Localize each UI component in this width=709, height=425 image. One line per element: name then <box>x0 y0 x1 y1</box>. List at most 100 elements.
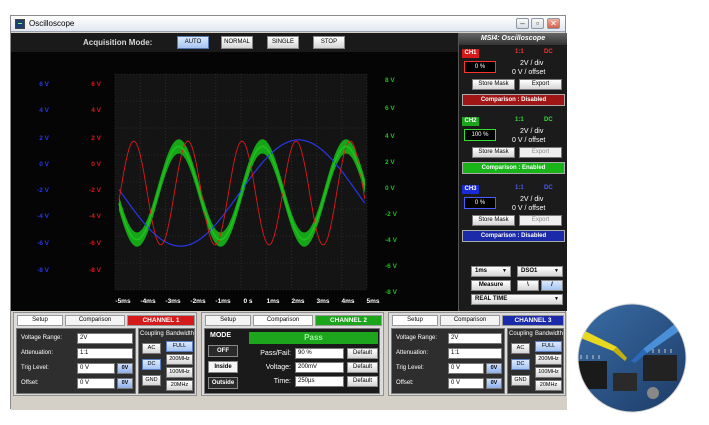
ch1-trig-level-input[interactable]: 0 V <box>77 363 115 374</box>
ch2-passfail-input[interactable]: 90 % <box>295 348 344 359</box>
ch2-settings-panel: Setup Comparison CHANNEL 2 MODE OFF Insi… <box>201 312 384 396</box>
ch1-tag[interactable]: CH1 <box>462 49 479 58</box>
ch3-comparison-tab[interactable]: Comparison <box>440 315 500 326</box>
ch1-offset-zero-button[interactable]: 0V <box>117 378 133 389</box>
ch1-bandwidth-20mhz[interactable]: 20MHz <box>166 380 193 391</box>
waveform-plot[interactable]: 6 V 4 V 2 V 0 V -2 V -4 V -6 V -8 V 6 V 4 V 2 V 0 V… <box>11 52 458 311</box>
minimize-button[interactable]: – <box>516 18 529 29</box>
ch3-attenuation-select[interactable]: 1:1 <box>448 348 502 359</box>
ch1-comparison-tab[interactable]: Comparison <box>65 315 125 326</box>
ch3-settings-panel: Setup Comparison CHANNEL 3 Voltage Range… <box>388 312 566 396</box>
time-tick-label: -3ms <box>165 298 181 305</box>
scope-display[interactable]: 6 V 4 V 2 V 0 V -2 V -4 V -6 V -8 V 6 V 4 V 2 V 0 V… <box>11 52 458 311</box>
ch1-tick-label: 6 V <box>91 81 101 88</box>
ch2-passfail-default-button[interactable]: Default <box>347 348 378 359</box>
ch3-setup-tab[interactable]: Setup <box>392 315 438 326</box>
ch3-offset-zero-button[interactable]: 0V <box>486 378 502 389</box>
ch2-tick-label: 4 V <box>385 133 395 140</box>
window-title: Oscilloscope <box>29 19 75 28</box>
trigger-rising-edge-button[interactable]: / <box>541 280 563 291</box>
ch1-setup-tab[interactable]: Setup <box>17 315 63 326</box>
ch3-coupling-bandwidth: Coupling Bandwidth AC DC GND FULL 200MHz… <box>507 328 564 394</box>
ch2-coupling: DC <box>544 117 553 123</box>
ch1-store-mask-button[interactable]: Store Mask <box>472 79 515 90</box>
ch1-offset: 0 V / offset <box>512 69 546 76</box>
acq-stop-button[interactable]: STOP <box>313 36 345 49</box>
ch2-export-button[interactable]: Export <box>519 147 562 158</box>
side-panel-header: MSI4: Oscilloscope <box>459 33 567 45</box>
acq-single-button[interactable]: SINGLE <box>267 36 299 49</box>
ch2-mode-outside-button[interactable]: Outside <box>208 377 238 389</box>
ch3-offset-input[interactable]: 0 V <box>448 378 484 389</box>
ch1-coupling-gnd[interactable]: GND <box>142 375 161 386</box>
ch1-offset-input[interactable]: 0 V <box>77 378 115 389</box>
ch1-tick-label: -6 V <box>89 240 102 247</box>
time-tick-label: 4ms <box>341 298 354 305</box>
ch3-tick-label: 2 V <box>39 135 49 142</box>
ch2-comparison-tab[interactable]: Comparison <box>253 315 313 326</box>
ch3-tick-label: -4 V <box>37 213 50 220</box>
close-button[interactable]: ✕ <box>547 18 560 29</box>
ch3-bandwidth-header: Bandwidth <box>534 331 564 337</box>
time-tick-label: 1ms <box>266 298 279 305</box>
ch3-bandwidth-full[interactable]: FULL <box>535 341 562 352</box>
acq-normal-button[interactable]: NORMAL <box>221 36 253 49</box>
ch2-setup-tab[interactable]: Setup <box>205 315 251 326</box>
timebase-select[interactable]: 1ms ▼ <box>471 266 511 277</box>
source-select[interactable]: DSO1 ▼ <box>517 266 563 277</box>
ch3-store-mask-button[interactable]: Store Mask <box>472 215 515 226</box>
ch2-mode-inside-button[interactable]: Inside <box>208 361 238 373</box>
ch2-pass-banner: Pass <box>249 332 378 344</box>
ch3-coupling-dc[interactable]: DC <box>511 359 530 370</box>
ch3-percent: 0 % <box>464 197 496 209</box>
time-tick-label: 2ms <box>291 298 304 305</box>
ch1-channel-tab[interactable]: CHANNEL 1 <box>127 315 195 326</box>
ch2-voltage-input[interactable]: 200mV <box>295 362 344 373</box>
measure-button[interactable]: Measure <box>471 280 511 291</box>
ch3-channel-tab[interactable]: CHANNEL 3 <box>502 315 564 326</box>
time-tick-label: 3ms <box>316 298 329 305</box>
ch3-trig-zero-button[interactable]: 0V <box>486 363 502 374</box>
ch2-time-default-button[interactable]: Default <box>347 376 378 387</box>
ch1-bandwidth-200mhz[interactable]: 200MHz <box>166 354 193 365</box>
title-bar[interactable]: Oscilloscope – ▫ ✕ <box>11 16 565 32</box>
ch2-tick-label: -6 V <box>385 263 398 270</box>
ch2-mode-title: MODE <box>210 332 231 339</box>
ch3-bandwidth-20mhz[interactable]: 20MHz <box>535 380 562 391</box>
ch3-trig-level-input[interactable]: 0 V <box>448 363 484 374</box>
ch2-mode-off-button[interactable]: OFF <box>208 345 238 357</box>
ch1-voltage-range-select[interactable]: 2V <box>77 333 133 344</box>
ch3-coupling-gnd[interactable]: GND <box>511 375 530 386</box>
ch1-bandwidth-100mhz[interactable]: 100MHz <box>166 367 193 378</box>
restore-button[interactable]: ▫ <box>531 18 544 29</box>
ch2-voltage-default-button[interactable]: Default <box>347 362 378 373</box>
ch1-coupling-dc[interactable]: DC <box>142 359 161 370</box>
ch1-tick-label: 2 V <box>91 135 101 142</box>
ch2-tick-label: -2 V <box>385 211 398 218</box>
ch2-tag[interactable]: CH2 <box>462 117 479 126</box>
ch3-comparison-status: Comparison : Disabled <box>462 230 565 242</box>
trigger-falling-edge-button[interactable]: \ <box>517 280 539 291</box>
ch3-bandwidth-200mhz[interactable]: 200MHz <box>535 354 562 365</box>
ch3-export-button[interactable]: Export <box>519 215 562 226</box>
ch3-ratio: 1:1 <box>515 185 524 191</box>
ch2-store-mask-button[interactable]: Store Mask <box>472 147 515 158</box>
ch2-channel-tab[interactable]: CHANNEL 2 <box>315 315 382 326</box>
ch1-trig-zero-button[interactable]: 0V <box>117 363 133 374</box>
ch1-voltage-range-label: Voltage Range: <box>21 335 63 341</box>
channel-side-panel: MSI4: Oscilloscope CH1 1:1 DC 0 % 2V / d… <box>458 33 567 311</box>
acq-auto-button[interactable]: AUTO <box>177 36 209 49</box>
run-mode-select[interactable]: REAL TIME ▼ <box>471 294 563 305</box>
ch1-bandwidth-full[interactable]: FULL <box>166 341 193 352</box>
ch1-offset-label: Offset: <box>21 380 39 386</box>
ch3-bandwidth-100mhz[interactable]: 100MHz <box>535 367 562 378</box>
ch3-tag[interactable]: CH3 <box>462 185 479 194</box>
ch1-coupling-ac[interactable]: AC <box>142 343 161 354</box>
ch3-voltage-range-select[interactable]: 2V <box>448 333 502 344</box>
ch2-time-label: Time: <box>273 378 291 385</box>
ch1-export-button[interactable]: Export <box>519 79 562 90</box>
ch2-time-input[interactable]: 250µs <box>295 376 344 387</box>
ch1-bandwidth-header: Bandwidth <box>165 331 195 337</box>
ch1-attenuation-select[interactable]: 1:1 <box>77 348 133 359</box>
ch3-coupling-ac[interactable]: AC <box>511 343 530 354</box>
